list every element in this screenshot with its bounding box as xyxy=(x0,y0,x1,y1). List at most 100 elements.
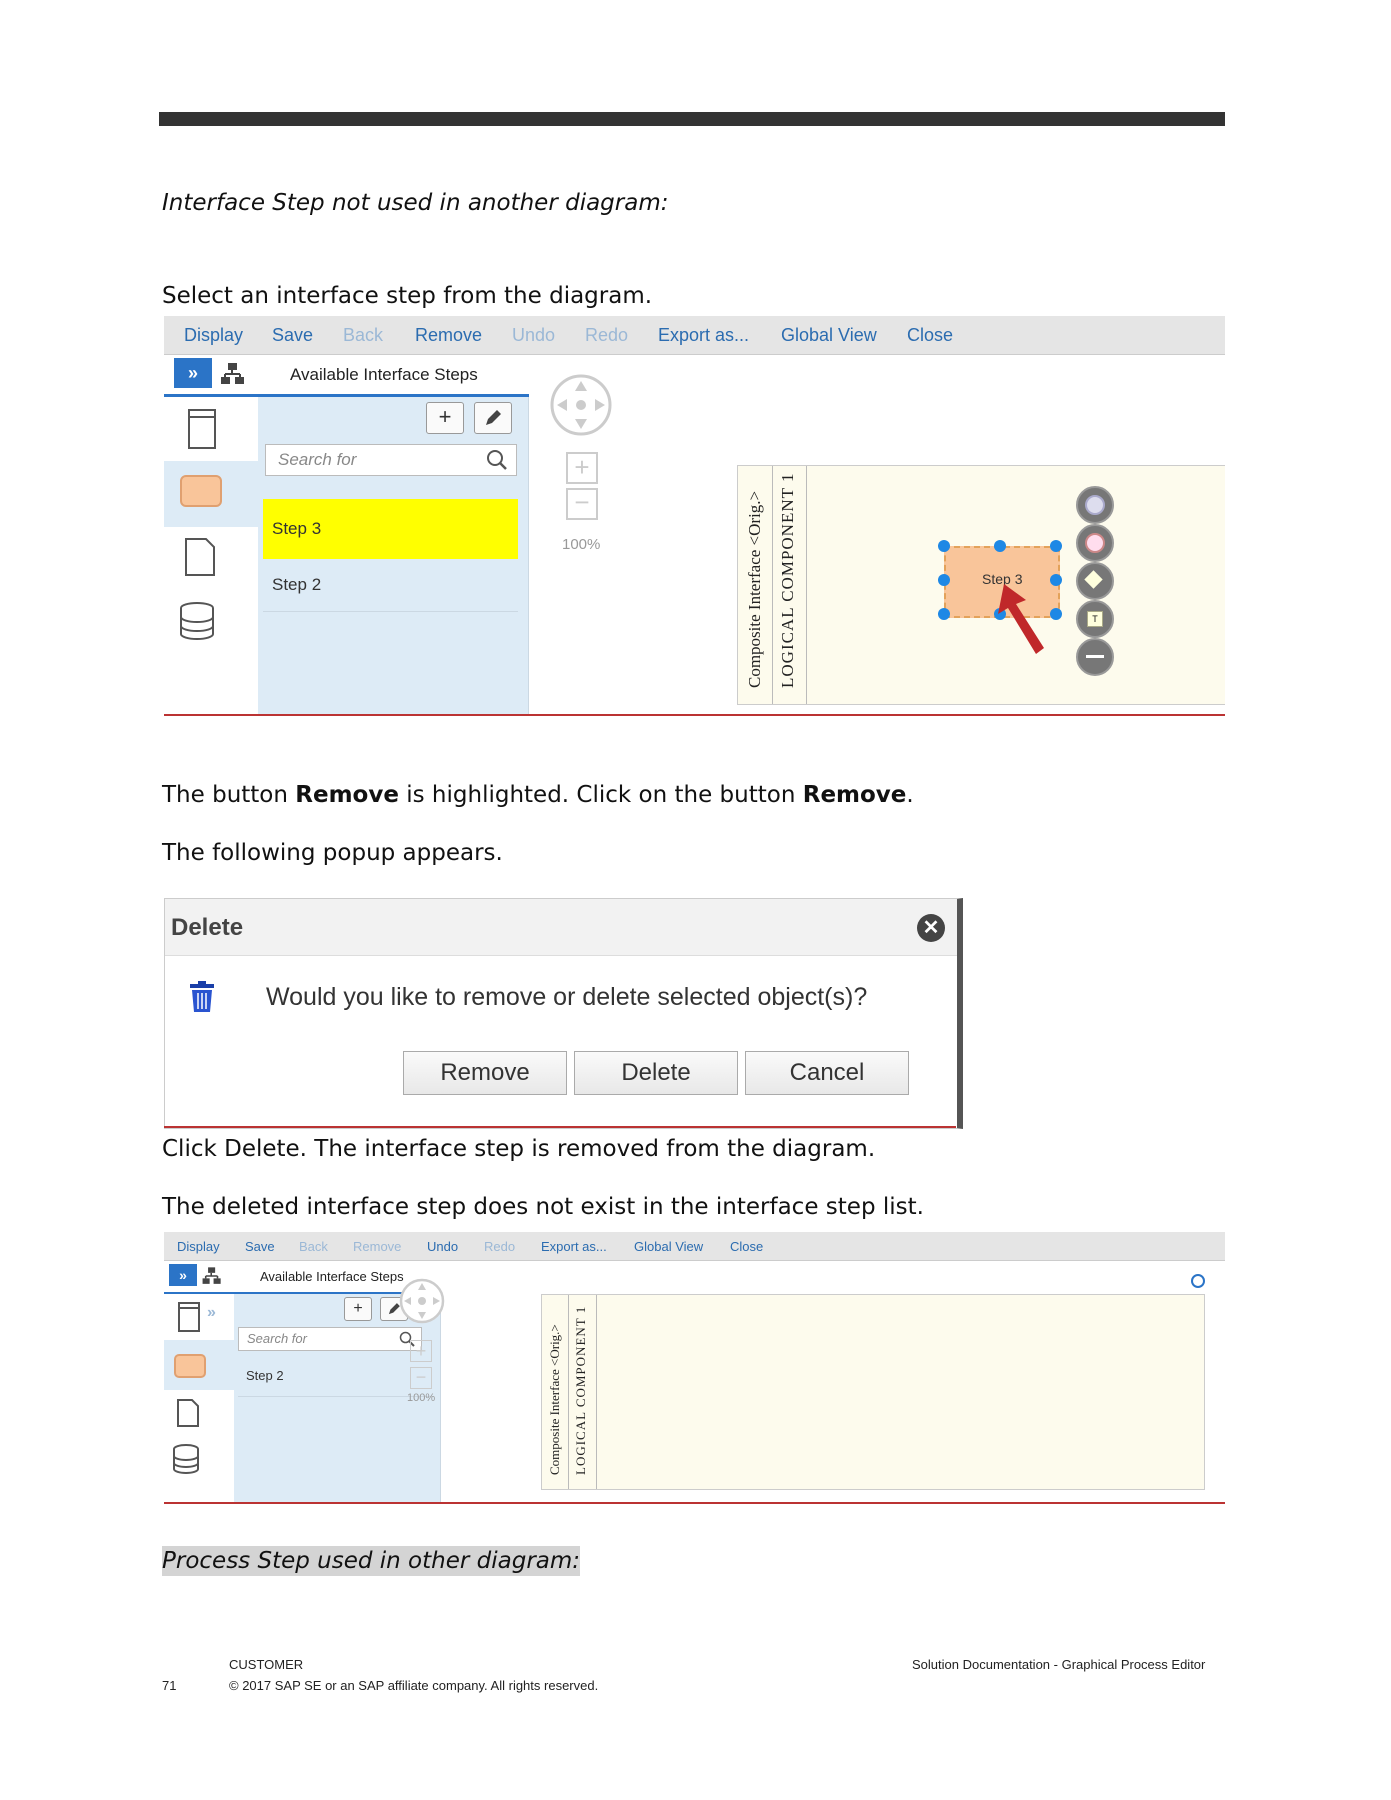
close-button[interactable]: Close xyxy=(907,325,953,346)
lane-header-inner: LOGICAL COMPONENT 1 xyxy=(772,466,807,704)
instruction-select: Select an interface step from the diagra… xyxy=(162,283,653,309)
instruction-popup: The following popup appears. xyxy=(162,840,503,866)
resize-handle[interactable] xyxy=(1050,540,1062,552)
lane-label-component: LOGICAL COMPONENT 1 xyxy=(778,472,797,688)
steps-panel: + Search for Step 3 Step 2 xyxy=(258,397,529,714)
dialog-title: Delete xyxy=(171,914,244,941)
zoom-in-button[interactable]: + xyxy=(410,1340,432,1362)
search-input[interactable]: Search for xyxy=(238,1327,422,1351)
lane-header-inner: LOGICAL COMPONENT 1 xyxy=(568,1295,597,1489)
undo-button[interactable]: Undo xyxy=(512,325,555,346)
add-step-button[interactable]: + xyxy=(344,1297,372,1321)
divider-line xyxy=(164,1126,956,1128)
pointer-arrow-icon xyxy=(998,584,1044,654)
divider-line xyxy=(164,1502,1225,1504)
start-event-icon[interactable] xyxy=(1076,486,1114,524)
diagram-canvas[interactable]: Composite Interface <Orig.> LOGICAL COMP… xyxy=(541,1294,1205,1490)
palette-step[interactable] xyxy=(164,461,258,527)
save-button[interactable]: Save xyxy=(245,1239,275,1254)
expand-icon[interactable]: » xyxy=(169,1264,197,1286)
close-button[interactable]: Close xyxy=(730,1239,763,1254)
delete-dialog: Delete ✕ Would you like to remove or del… xyxy=(164,898,963,1129)
lane-shape-icon xyxy=(188,409,216,449)
search-icon xyxy=(487,450,507,470)
settings-dot-icon[interactable] xyxy=(1191,1274,1205,1288)
footer-classification: CUSTOMER xyxy=(229,1657,304,1672)
remove-button[interactable]: Remove xyxy=(403,1051,567,1095)
palette-document[interactable] xyxy=(164,1390,234,1436)
save-button[interactable]: Save xyxy=(272,325,313,346)
step-list-item[interactable]: Step 2 xyxy=(238,1356,432,1397)
palette-document[interactable] xyxy=(164,527,258,591)
dialog-header: Delete ✕ xyxy=(165,899,957,956)
instruction-remove: The button Remove is highlighted. Click … xyxy=(162,782,914,808)
lane-label-composite: Composite Interface <Orig.> xyxy=(547,1324,562,1475)
pencil-icon xyxy=(486,410,501,425)
remove-button[interactable]: Remove xyxy=(353,1239,401,1254)
palette-database[interactable] xyxy=(164,1436,234,1482)
lane-header-outer: Composite Interface <Orig.> xyxy=(542,1295,569,1489)
palette-database[interactable] xyxy=(164,591,258,655)
top-rule xyxy=(159,112,1225,126)
back-button[interactable]: Back xyxy=(343,325,383,346)
dialog-message: Would you like to remove or delete selec… xyxy=(266,983,868,1011)
add-step-button[interactable]: + xyxy=(426,402,464,434)
resize-handle[interactable] xyxy=(938,540,950,552)
end-event-icon[interactable] xyxy=(1076,524,1114,562)
chevron-right-icon: » xyxy=(207,1304,216,1321)
step-list-item[interactable]: Step 2 xyxy=(263,561,518,612)
palette-lane[interactable] xyxy=(164,397,258,461)
document-shape-icon xyxy=(185,538,215,576)
resize-handle[interactable] xyxy=(994,540,1006,552)
redo-button[interactable]: Redo xyxy=(585,325,628,346)
page-number: 71 xyxy=(162,1678,177,1693)
step-shape-icon xyxy=(180,475,222,507)
instruction-result: The deleted interface step does not exis… xyxy=(162,1194,924,1220)
delete-button[interactable]: Delete xyxy=(574,1051,738,1095)
shape-palette: » xyxy=(164,1294,235,1502)
global-view-button[interactable]: Global View xyxy=(781,325,877,346)
section-heading: Interface Step not used in another diagr… xyxy=(162,190,669,216)
panel-title: Available Interface Steps xyxy=(260,1269,404,1284)
editor-toolbar: Display Save Back Remove Undo Redo Expor… xyxy=(164,316,1225,355)
text-annotation-icon[interactable]: T xyxy=(1076,600,1114,638)
zoom-in-button[interactable]: + xyxy=(566,452,598,484)
lane-shape-icon xyxy=(178,1302,200,1332)
trash-icon xyxy=(190,981,214,1012)
edit-step-button[interactable] xyxy=(474,402,512,434)
cancel-button[interactable]: Cancel xyxy=(745,1051,909,1095)
database-shape-icon xyxy=(180,602,214,640)
palette-lane[interactable]: » xyxy=(164,1294,234,1340)
back-button[interactable]: Back xyxy=(299,1239,328,1254)
zoom-out-button[interactable]: − xyxy=(566,488,598,520)
gateway-icon[interactable] xyxy=(1076,562,1114,600)
export-button[interactable]: Export as... xyxy=(658,325,749,346)
footer-copyright: © 2017 SAP SE or an SAP affiliate compan… xyxy=(229,1678,599,1693)
pan-control-icon[interactable] xyxy=(549,373,613,437)
palette-step[interactable] xyxy=(164,1340,234,1390)
lane-label-composite: Composite Interface <Orig.> xyxy=(745,490,764,688)
global-view-button[interactable]: Global View xyxy=(634,1239,703,1254)
step-list-item-selected[interactable]: Step 3 xyxy=(263,499,518,559)
redo-button[interactable]: Redo xyxy=(484,1239,515,1254)
expand-icon[interactable]: » xyxy=(174,358,212,388)
hierarchy-icon[interactable] xyxy=(200,1265,224,1287)
display-button[interactable]: Display xyxy=(177,1239,220,1254)
diagram-canvas[interactable]: Composite Interface <Orig.> LOGICAL COMP… xyxy=(737,465,1225,705)
hierarchy-icon[interactable] xyxy=(218,360,248,388)
lane-header-outer: Composite Interface <Orig.> xyxy=(738,466,773,704)
pan-control-icon[interactable] xyxy=(398,1277,446,1325)
export-button[interactable]: Export as... xyxy=(541,1239,607,1254)
editor-screenshot-before: Display Save Back Remove Undo Redo Expor… xyxy=(164,316,1225,714)
zoom-out-button[interactable]: − xyxy=(410,1367,432,1389)
footer-doc-title: Solution Documentation - Graphical Proce… xyxy=(912,1657,1206,1672)
remove-button[interactable]: Remove xyxy=(415,325,482,346)
undo-button[interactable]: Undo xyxy=(427,1239,458,1254)
search-input[interactable]: Search for xyxy=(265,444,517,476)
connector-icon[interactable] xyxy=(1076,638,1114,676)
database-shape-icon xyxy=(173,1444,199,1474)
display-button[interactable]: Display xyxy=(184,325,243,346)
close-icon[interactable]: ✕ xyxy=(917,914,945,942)
resize-handle[interactable] xyxy=(938,608,950,620)
resize-handle[interactable] xyxy=(938,574,950,586)
